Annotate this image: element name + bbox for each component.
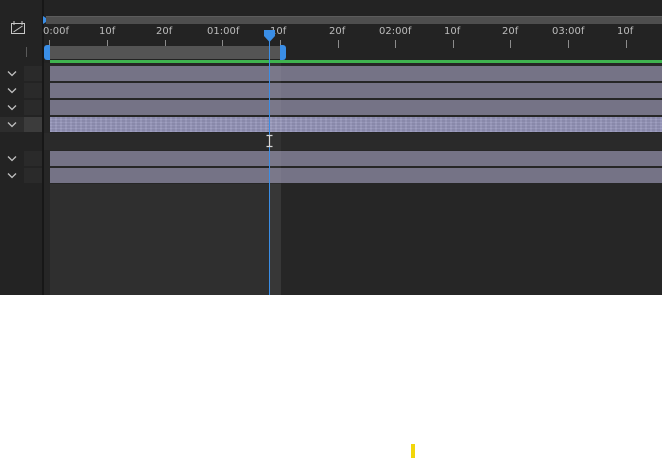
- layer-switch-cell[interactable]: [24, 66, 42, 81]
- ruler-label: 20f: [156, 26, 173, 37]
- layer-row[interactable]: [44, 65, 662, 82]
- marker-indicator: [411, 444, 415, 458]
- ruler-tick: [338, 40, 339, 48]
- work-area-bar[interactable]: [44, 45, 286, 60]
- ruler-label: 02:00f: [379, 26, 412, 37]
- layer-switch-cell[interactable]: [24, 151, 42, 166]
- ruler-label: 20f: [502, 26, 519, 37]
- ruler-label: 0:00f: [43, 26, 69, 37]
- work-area-region: [50, 183, 281, 295]
- ruler-label: 20f: [329, 26, 346, 37]
- layer-row-empty[interactable]: [44, 133, 662, 150]
- layer-duration-bar[interactable]: [50, 168, 662, 183]
- ruler-label: 03:00f: [552, 26, 585, 37]
- layer-switch-cell[interactable]: [24, 117, 42, 132]
- timeline-panel: 0:00f 10f 20f 01:00f 10f 20f 02:00f 10f …: [0, 0, 662, 295]
- layer-switch-cell[interactable]: [24, 83, 42, 98]
- ruler-tick: [568, 40, 569, 48]
- layer-switch-cell[interactable]: [24, 168, 42, 183]
- work-area-start-handle[interactable]: [44, 45, 50, 60]
- ibeam-cursor-icon: [266, 134, 273, 148]
- comp-marker-icon[interactable]: [10, 19, 26, 35]
- layer-row[interactable]: [44, 82, 662, 99]
- layer-duration-bar[interactable]: [50, 100, 662, 115]
- layer-row[interactable]: [44, 167, 662, 184]
- ruler-tick: [510, 40, 511, 48]
- layer-switch-cell[interactable]: [24, 100, 42, 115]
- layer-duration-bar[interactable]: [50, 66, 662, 81]
- gutter-divider-tick: [26, 47, 27, 57]
- chevron-down-icon[interactable]: [0, 100, 24, 115]
- ruler-label: 10f: [99, 26, 116, 37]
- layer-duration-bar[interactable]: [50, 151, 662, 166]
- current-time-shade: [269, 63, 281, 295]
- chevron-down-icon[interactable]: [0, 117, 24, 132]
- layer-duration-bar[interactable]: [50, 83, 662, 98]
- work-area-fill[interactable]: [48, 46, 282, 59]
- chevron-down-icon[interactable]: [0, 83, 24, 98]
- ruler-tick: [626, 40, 627, 48]
- work-area-end-handle[interactable]: [280, 45, 286, 60]
- current-time-indicator-line[interactable]: [269, 38, 270, 295]
- time-navigator-bar[interactable]: [46, 16, 662, 24]
- ruler-tick: [395, 40, 396, 48]
- chevron-down-icon[interactable]: [0, 168, 24, 183]
- ruler-label: 01:00f: [207, 26, 240, 37]
- playhead-icon[interactable]: [263, 29, 276, 43]
- layer-tracks[interactable]: [44, 63, 662, 295]
- layer-row[interactable]: [44, 99, 662, 116]
- ruler-tick: [453, 40, 454, 48]
- time-ruler[interactable]: 0:00f 10f 20f 01:00f 10f 20f 02:00f 10f …: [43, 24, 662, 48]
- layer-duration-bar[interactable]: [50, 117, 662, 132]
- layer-row-selected[interactable]: [44, 116, 662, 133]
- ruler-label: 10f: [444, 26, 461, 37]
- layer-switches-column: [0, 0, 42, 295]
- ruler-label: 10f: [617, 26, 634, 37]
- chevron-down-icon[interactable]: [0, 151, 24, 166]
- layer-row[interactable]: [44, 150, 662, 167]
- chevron-down-icon[interactable]: [0, 66, 24, 81]
